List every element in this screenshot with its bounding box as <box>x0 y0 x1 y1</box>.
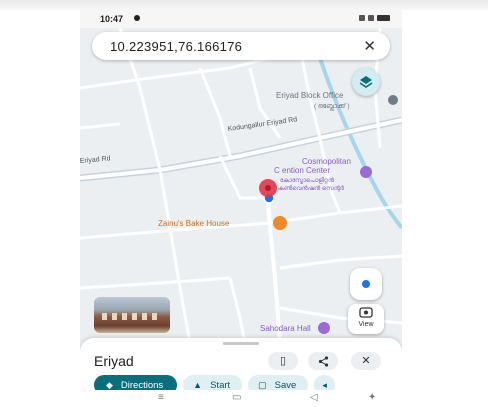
start-label: Start <box>210 379 231 391</box>
drag-handle[interactable] <box>223 342 259 345</box>
save-icon-button[interactable]: ▯ <box>268 352 298 370</box>
layers-icon <box>359 76 373 88</box>
bookmark-icon: ▢ <box>258 379 267 390</box>
place-photo-thumbnail[interactable] <box>94 297 170 333</box>
system-icons <box>359 15 390 21</box>
label-convention-center-ml1: കോസ്മോപൊളിറ്റൻ <box>280 177 334 185</box>
phone-screen: 10:47 Eriyad Block Office (ഒബ്ലോക്ക്) … <box>80 10 402 407</box>
accessibility-icon[interactable]: ✦ <box>368 392 376 403</box>
battery-icon <box>377 15 390 21</box>
save-label: Save <box>274 379 297 391</box>
share-icon <box>318 356 328 367</box>
label-eriyad-block-office: Eriyad Block Office <box>276 91 344 100</box>
close-icon[interactable]: ✕ <box>363 37 376 55</box>
share-button[interactable] <box>308 352 338 370</box>
top-strip <box>0 0 488 10</box>
status-time: 10:47 <box>100 14 124 24</box>
notification-icon <box>134 15 140 21</box>
directions-label: Directions <box>120 379 164 391</box>
view-label: View <box>358 321 374 328</box>
navigation-arrow-icon: ▲ <box>193 380 203 390</box>
system-nav-bar: ≡ ▭ ◁ ✦ <box>80 390 402 407</box>
close-sheet-button[interactable]: ✕ <box>351 352 381 370</box>
signal-icon <box>359 15 365 21</box>
label-convention-center-2: C ention Center <box>274 166 330 175</box>
label-bakery: Zainu's Bake House <box>158 219 230 228</box>
close-icon: ✕ <box>361 355 371 367</box>
my-location-button[interactable] <box>350 268 382 300</box>
status-bar: 10:47 <box>80 10 402 28</box>
recents-icon[interactable]: ≡ <box>158 392 164 403</box>
back-icon[interactable]: ◁ <box>310 392 318 403</box>
label-sahodara-hall: Sahodara Hall <box>260 324 311 333</box>
directions-icon: ◆ <box>106 379 113 390</box>
wifi-icon <box>368 15 374 21</box>
label-convention-center-1: Cosmopolitan <box>302 157 351 166</box>
home-icon[interactable]: ▭ <box>232 392 241 403</box>
more-icon: ◂ <box>322 379 327 390</box>
street-view-button[interactable]: View <box>348 304 384 334</box>
layers-button[interactable] <box>352 68 380 96</box>
street-view-icon <box>359 307 373 318</box>
place-title: Eriyad <box>94 353 134 369</box>
search-bar[interactable]: 10.223951,76.166176 ✕ <box>92 32 390 60</box>
label-convention-center-ml2: കൺവെൻഷൻ സെന്റർ <box>278 185 345 192</box>
search-input[interactable]: 10.223951,76.166176 <box>110 39 242 54</box>
my-location-icon <box>362 280 370 288</box>
bookmark-icon: ▯ <box>279 355 287 367</box>
